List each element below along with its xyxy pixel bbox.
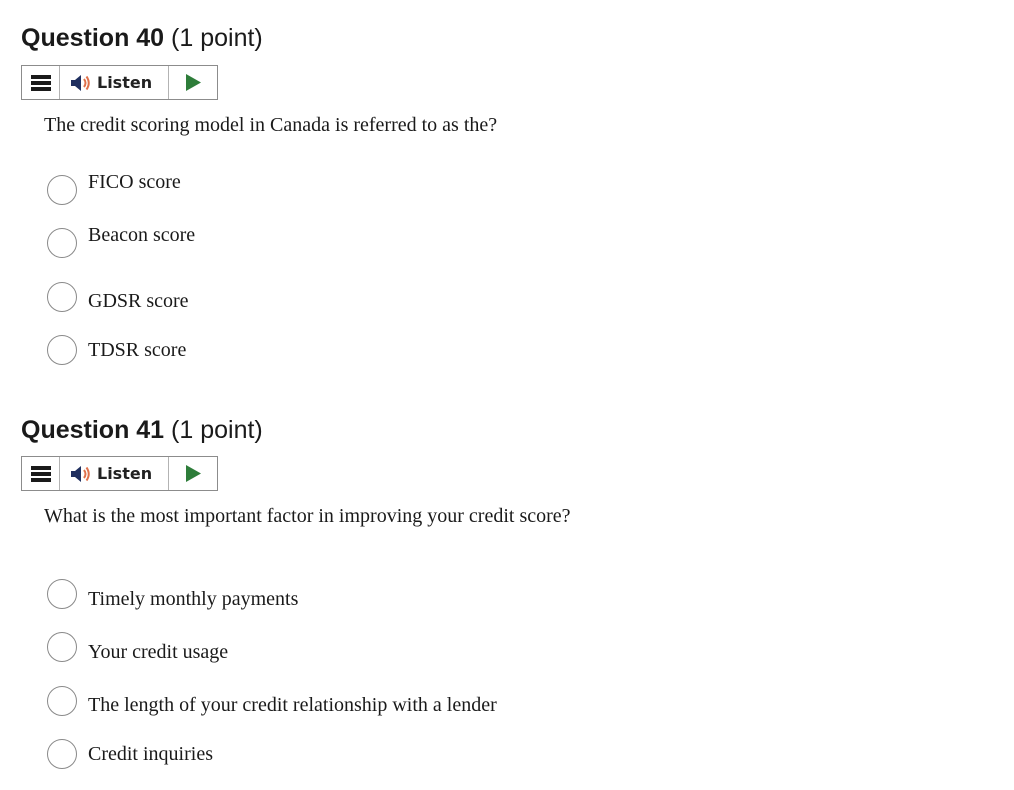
play-icon — [185, 465, 201, 482]
listen-toolbar: Listen — [21, 456, 218, 491]
play-button[interactable] — [169, 457, 217, 490]
question-points: (1 point) — [171, 416, 263, 444]
play-icon — [185, 74, 201, 91]
speaker-icon — [71, 74, 90, 91]
listen-button[interactable]: Listen — [60, 66, 169, 99]
speaker-icon — [71, 465, 90, 482]
option-label: Timely monthly payments — [88, 588, 299, 610]
question-number: Question 41 — [21, 416, 165, 444]
option-label: GDSR score — [88, 290, 189, 312]
question-number: Question 40 — [21, 24, 165, 52]
radio-button[interactable] — [47, 579, 77, 609]
radio-button[interactable] — [47, 228, 77, 258]
option-label: FICO score — [88, 171, 181, 193]
radio-button[interactable] — [47, 632, 77, 662]
option-label: Your credit usage — [88, 641, 229, 663]
option-label: Credit inquiries — [88, 743, 213, 765]
radio-button[interactable] — [47, 335, 77, 365]
option-label: TDSR score — [88, 339, 187, 361]
listen-label: Listen — [97, 464, 153, 483]
question-points: (1 point) — [171, 24, 263, 52]
radio-button[interactable] — [47, 282, 77, 312]
radio-button[interactable] — [47, 739, 77, 769]
question-40-title: Question 40 (1 point) — [21, 23, 263, 53]
menu-button[interactable] — [22, 457, 60, 490]
hamburger-icon — [30, 465, 51, 482]
radio-button[interactable] — [47, 175, 77, 205]
radio-button[interactable] — [47, 686, 77, 716]
question-41-title: Question 41 (1 point) — [21, 415, 263, 445]
option-label: Beacon score — [88, 224, 196, 246]
listen-button[interactable]: Listen — [60, 457, 169, 490]
listen-label: Listen — [97, 73, 153, 92]
question-text: What is the most important factor in imp… — [44, 505, 571, 527]
question-text: The credit scoring model in Canada is re… — [44, 114, 498, 136]
option-label: The length of your credit relationship w… — [88, 694, 497, 716]
play-button[interactable] — [169, 66, 217, 99]
hamburger-icon — [30, 74, 51, 91]
listen-toolbar: Listen — [21, 65, 218, 100]
menu-button[interactable] — [22, 66, 60, 99]
